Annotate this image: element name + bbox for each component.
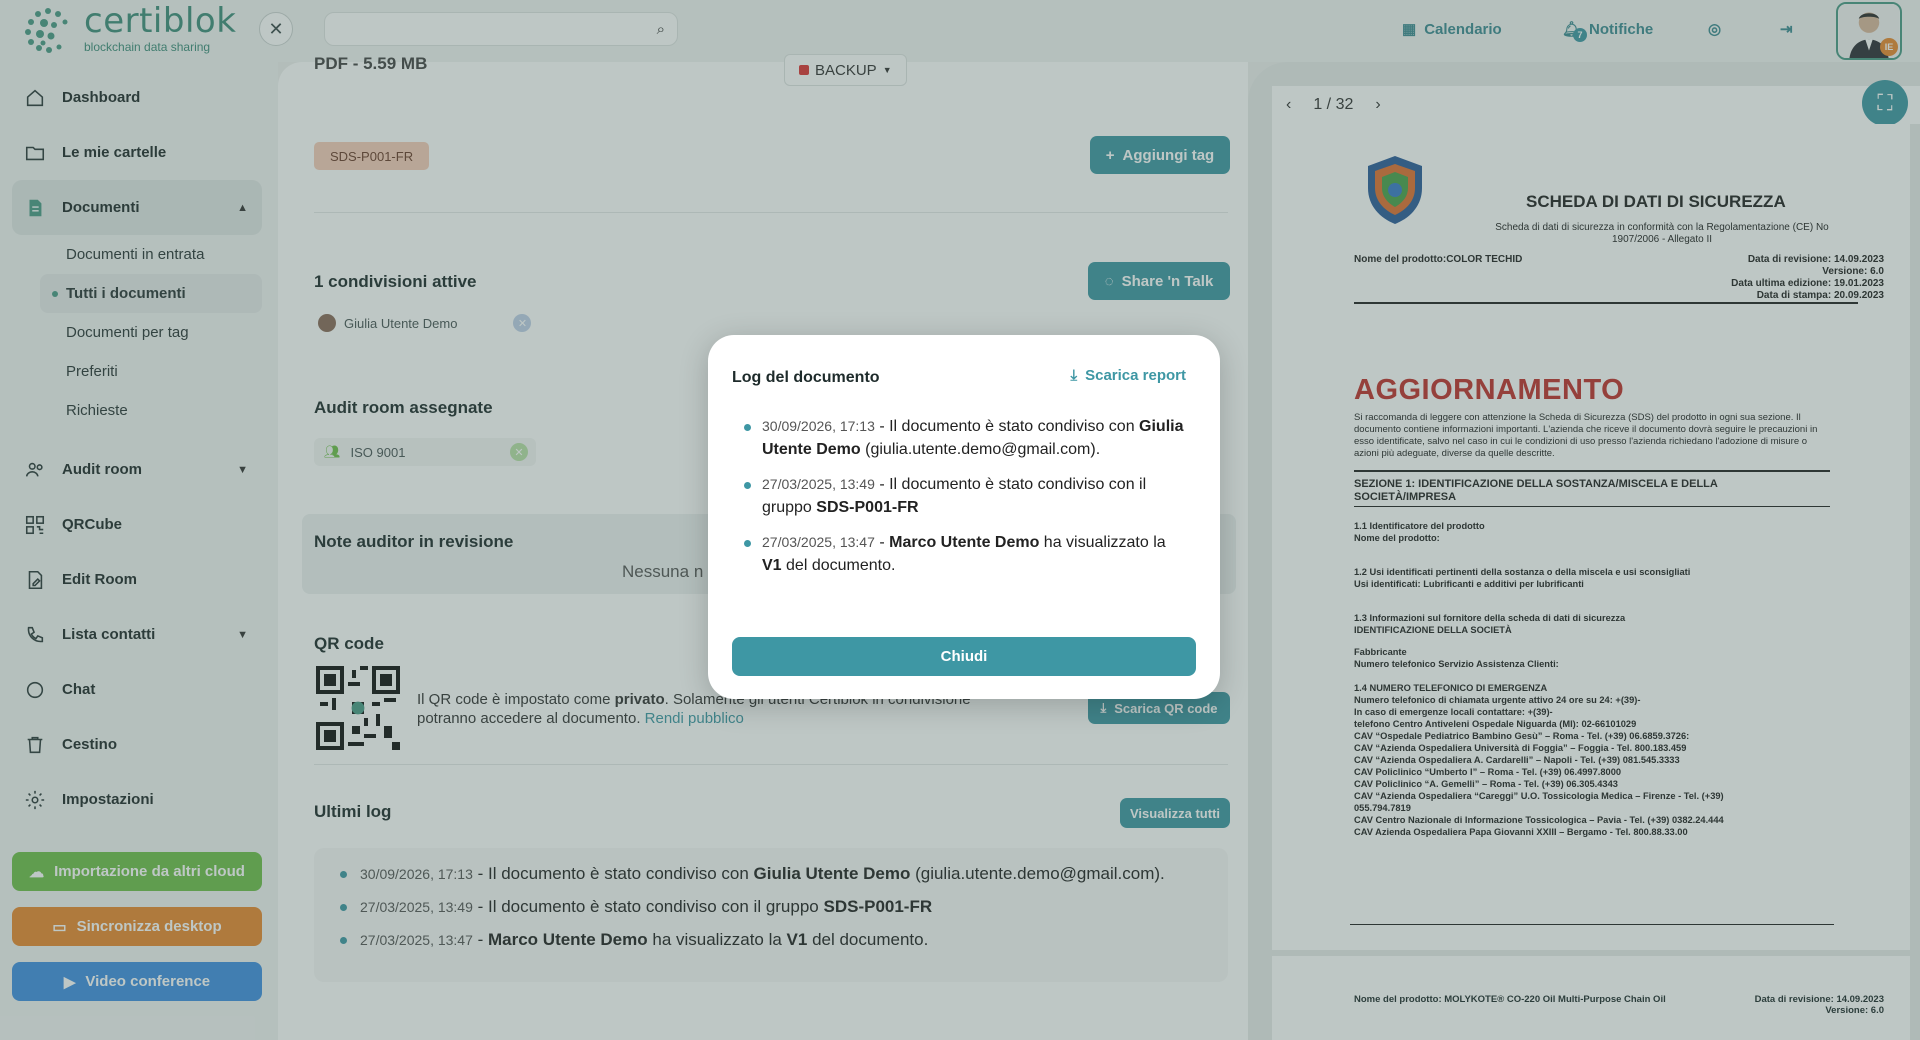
log-text: del documento.: [781, 557, 896, 574]
log-timestamp: 30/09/2026, 17:13: [762, 418, 875, 434]
log-text: - Il documento è stato condiviso con: [874, 418, 1140, 435]
log-timestamp: 27/03/2025, 13:47: [762, 534, 875, 550]
log-bold: SDS-P001-FR: [816, 499, 919, 516]
list-item: 27/03/2025, 13:49 - Il documento è stato…: [744, 473, 1184, 519]
log-bold: Marco Utente Demo: [889, 534, 1040, 551]
modal-title: Log del documento: [732, 369, 880, 386]
log-timestamp: 27/03/2025, 13:49: [762, 476, 875, 492]
log-text: (giulia.utente.demo@gmail.com).: [860, 441, 1101, 458]
modal-log-list: 30/09/2026, 17:13 - Il documento è stato…: [744, 415, 1184, 589]
list-item: 30/09/2026, 17:13 - Il documento è stato…: [744, 415, 1184, 461]
document-log-modal: Log del documento ⤓ Scarica report 30/09…: [708, 335, 1220, 699]
list-item: 27/03/2025, 13:47 - Marco Utente Demo ha…: [744, 531, 1184, 577]
log-bold: V1: [762, 557, 782, 574]
close-modal-button[interactable]: Chiudi: [732, 637, 1196, 676]
log-text: -: [874, 534, 890, 551]
button-label: Scarica report: [1085, 367, 1186, 384]
log-text: ha visualizzato la: [1039, 534, 1166, 551]
download-report-button[interactable]: ⤓ Scarica report: [1070, 367, 1186, 384]
download-icon: ⤓: [1070, 367, 1078, 384]
